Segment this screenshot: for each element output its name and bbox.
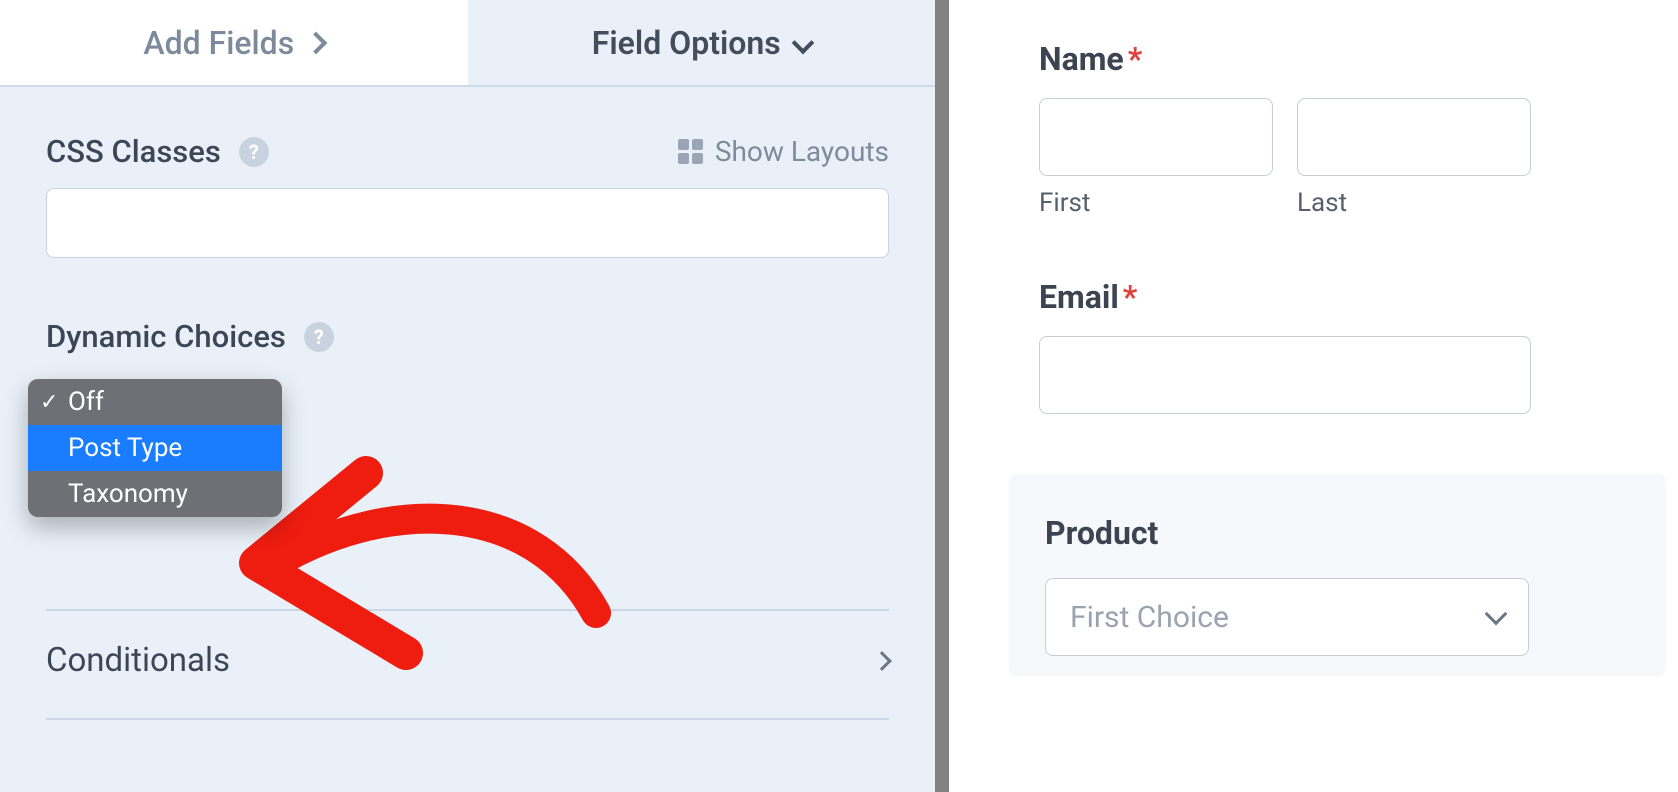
product-label: Product xyxy=(1045,514,1158,552)
name-field-group: Name* First Last xyxy=(1039,40,1666,218)
tab-field-options[interactable]: Field Options xyxy=(468,0,936,85)
chevron-down-icon xyxy=(791,31,814,54)
panel-tabs: Add Fields Field Options xyxy=(0,0,935,87)
email-field-group: Email* xyxy=(1039,278,1666,414)
grid-icon xyxy=(678,139,703,164)
product-select-value: First Choice xyxy=(1070,600,1229,635)
conditionals-row[interactable]: Conditionals xyxy=(46,637,889,684)
sidebar-panel: Add Fields Field Options CSS Classes ? S… xyxy=(0,0,935,792)
required-icon: * xyxy=(1128,40,1143,78)
first-name-sublabel: First xyxy=(1039,188,1273,218)
dropdown-option-off[interactable]: Off xyxy=(28,379,282,425)
dropdown-option-post-type[interactable]: Post Type xyxy=(28,425,282,471)
last-name-sublabel: Last xyxy=(1297,188,1531,218)
first-name-input[interactable] xyxy=(1039,98,1273,176)
css-classes-header: CSS Classes ? Show Layouts xyxy=(46,133,889,170)
chevron-right-icon xyxy=(872,651,892,671)
email-input[interactable] xyxy=(1039,336,1531,414)
product-field-card[interactable]: Product First Choice xyxy=(1009,474,1666,676)
separator xyxy=(46,609,889,611)
chevron-down-icon xyxy=(1485,603,1508,626)
css-classes-input[interactable] xyxy=(46,188,889,258)
separator xyxy=(46,718,889,720)
last-name-input[interactable] xyxy=(1297,98,1531,176)
dynamic-choices-dropdown[interactable]: Off Post Type Taxonomy xyxy=(28,379,282,517)
tab-field-options-label: Field Options xyxy=(592,24,781,62)
panel-divider[interactable] xyxy=(935,0,949,792)
chevron-right-icon xyxy=(305,31,328,54)
name-label: Name xyxy=(1039,40,1124,78)
show-layouts-label: Show Layouts xyxy=(715,135,889,168)
email-label: Email xyxy=(1039,278,1119,316)
product-select[interactable]: First Choice xyxy=(1045,578,1529,656)
dropdown-option-taxonomy[interactable]: Taxonomy xyxy=(28,471,282,517)
css-classes-label: CSS Classes xyxy=(46,133,221,170)
dynamic-choices-label: Dynamic Choices xyxy=(46,318,286,355)
required-icon: * xyxy=(1123,278,1138,316)
show-layouts-button[interactable]: Show Layouts xyxy=(678,135,889,168)
tab-add-fields[interactable]: Add Fields xyxy=(0,0,468,85)
form-preview: Name* First Last Email* Product First Ch… xyxy=(949,0,1678,792)
tab-add-fields-label: Add Fields xyxy=(143,24,294,62)
help-icon[interactable]: ? xyxy=(239,137,269,167)
help-icon[interactable]: ? xyxy=(304,322,334,352)
panel-body: CSS Classes ? Show Layouts Dynamic Choic… xyxy=(0,87,935,792)
conditionals-label: Conditionals xyxy=(46,641,230,680)
